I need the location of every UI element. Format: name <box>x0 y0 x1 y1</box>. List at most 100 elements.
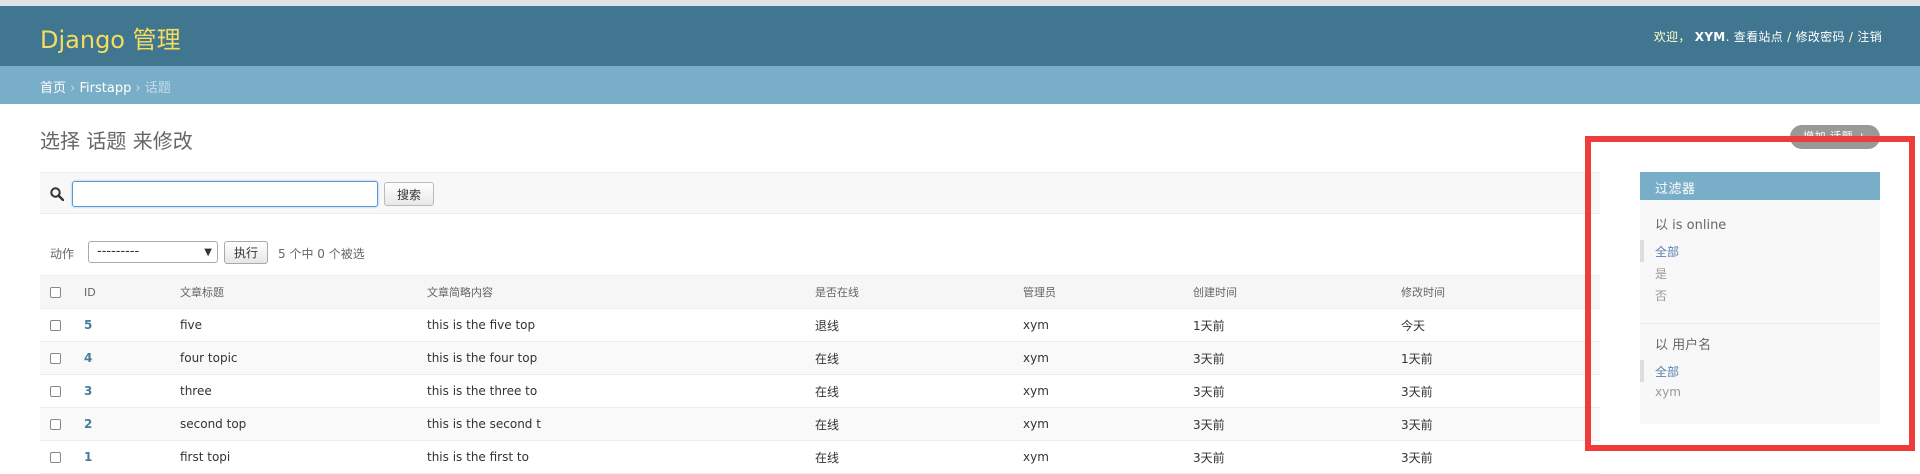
cell-modified: 1天前 <box>1391 341 1600 375</box>
cell-brief: this is the three to <box>417 374 805 408</box>
cell-title: four topic <box>170 341 417 375</box>
filter-link[interactable]: 是 <box>1655 267 1667 281</box>
breadcrumb-current: 话题 <box>144 81 171 96</box>
filter-title: 过滤器 <box>1640 172 1880 200</box>
filter-list-user: 全部 xym <box>1640 360 1880 404</box>
column-header-online[interactable]: 是否在线 <box>805 275 1013 309</box>
cell-modified: 今天 <box>1391 308 1600 342</box>
table-header-row: ID 文章标题 文章简略内容 是否在线 管理员 创建时间 修改时间 <box>40 275 1600 309</box>
cell-online: 在线 <box>805 374 1013 408</box>
cell-id: 1 <box>74 440 170 474</box>
cell-modified: 3天前 <box>1391 374 1600 408</box>
search-input[interactable] <box>72 181 378 207</box>
row-checkbox[interactable] <box>50 353 61 364</box>
actions-bar: 动作 --------- ▼ 执行 5 个中 0 个被选 <box>40 238 640 266</box>
row-checkbox[interactable] <box>50 452 61 463</box>
cell-id: 4 <box>74 341 170 375</box>
breadcrumb: 首页 › Firstapp › 话题 <box>0 66 1920 104</box>
cell-online: 在线 <box>805 341 1013 375</box>
view-site-link[interactable]: 查看站点 <box>1734 30 1783 44</box>
filter-link[interactable]: xym <box>1655 385 1681 399</box>
cell-modified: 3天前 <box>1391 407 1600 441</box>
column-header-created[interactable]: 创建时间 <box>1183 275 1391 309</box>
add-topic-button[interactable]: 增加 话题 + <box>1790 125 1880 149</box>
table-row: 2 second top this is the second t 在线 xym… <box>40 407 1600 441</box>
cell-brief: this is the four top <box>417 341 805 375</box>
cell-admin: xym <box>1013 308 1183 342</box>
filter-divider <box>1640 323 1880 324</box>
cell-brief: this is the first to <box>417 440 805 474</box>
filter-link[interactable]: 全部 <box>1655 245 1679 259</box>
cell-admin: xym <box>1013 341 1183 375</box>
row-checkbox[interactable] <box>50 386 61 397</box>
table-row: 4 four topic this is the four top 在线 xym… <box>40 341 1600 375</box>
search-button[interactable]: 搜索 <box>384 182 434 206</box>
breadcrumb-home[interactable]: 首页 <box>40 81 66 96</box>
table-row: 3 three this is the three to 在线 xym 3天前 … <box>40 374 1600 408</box>
filter-option-user-xym[interactable]: xym <box>1640 382 1880 404</box>
cell-brief: this is the five top <box>417 308 805 342</box>
table-row: 1 first topi this is the first to 在线 xym… <box>40 440 1600 474</box>
row-select-cell <box>40 308 74 342</box>
column-header-title[interactable]: 文章标题 <box>170 275 417 309</box>
row-id-link[interactable]: 4 <box>84 351 92 365</box>
row-select-cell <box>40 341 74 375</box>
filter-group-title-user: 以 用户名 <box>1655 338 1712 353</box>
logout-link[interactable]: 注销 <box>1857 30 1882 44</box>
cell-online: 退线 <box>805 308 1013 342</box>
execute-button[interactable]: 执行 <box>224 241 268 264</box>
column-header-id[interactable]: ID <box>74 275 170 309</box>
cell-admin: xym <box>1013 407 1183 441</box>
filter-option-online-no[interactable]: 否 <box>1640 284 1880 306</box>
cell-admin: xym <box>1013 374 1183 408</box>
row-id-link[interactable]: 2 <box>84 417 92 431</box>
change-password-link[interactable]: 修改密码 <box>1796 30 1845 44</box>
filter-link[interactable]: 全部 <box>1655 365 1679 379</box>
filter-panel: 过滤器 以 is online 全部 是 否 以 用户名 全部 xym <box>1640 172 1880 424</box>
filter-option-online-all[interactable]: 全部 <box>1640 240 1880 262</box>
row-checkbox[interactable] <box>50 320 61 331</box>
action-select-value: --------- <box>97 244 140 259</box>
cell-title: five <box>170 308 417 342</box>
results-table: ID 文章标题 文章简略内容 是否在线 管理员 创建时间 修改时间 5 five… <box>40 275 1600 474</box>
cell-created: 3天前 <box>1183 440 1391 474</box>
user-tools: 欢迎， XYM. 查看站点 / 修改密码 / 注销 <box>1653 30 1882 44</box>
page-title: 选择 话题 来修改 <box>40 129 193 153</box>
cell-online: 在线 <box>805 440 1013 474</box>
filter-group-title-online: 以 is online <box>1655 218 1727 233</box>
select-all-checkbox[interactable] <box>50 287 61 298</box>
filter-link[interactable]: 否 <box>1655 289 1667 303</box>
select-all-cell <box>40 275 74 309</box>
column-header-admin[interactable]: 管理员 <box>1013 275 1183 309</box>
row-id-link[interactable]: 5 <box>84 318 92 332</box>
action-label: 动作 <box>50 247 75 261</box>
breadcrumb-app[interactable]: Firstapp <box>80 81 132 96</box>
row-checkbox[interactable] <box>50 419 61 430</box>
cell-title: first topi <box>170 440 417 474</box>
column-header-modified[interactable]: 修改时间 <box>1391 275 1600 309</box>
row-id-link[interactable]: 1 <box>84 450 92 464</box>
cell-id: 5 <box>74 308 170 342</box>
table-row: 5 five this is the five top 退线 xym 1天前 今… <box>40 308 1600 342</box>
username: XYM <box>1694 30 1726 44</box>
cell-modified: 3天前 <box>1391 440 1600 474</box>
row-select-cell <box>40 440 74 474</box>
cell-created: 3天前 <box>1183 341 1391 375</box>
action-select[interactable]: --------- ▼ <box>88 241 218 263</box>
row-select-cell <box>40 374 74 408</box>
cell-id: 3 <box>74 374 170 408</box>
welcome-text: 欢迎， <box>1653 30 1691 44</box>
row-id-link[interactable]: 3 <box>84 384 92 398</box>
filter-option-user-all[interactable]: 全部 <box>1640 360 1880 382</box>
dropdown-arrow-icon: ▼ <box>204 247 212 258</box>
column-header-brief[interactable]: 文章简略内容 <box>417 275 805 309</box>
cell-id: 2 <box>74 407 170 441</box>
selection-counter: 5 个中 0 个被选 <box>278 247 365 261</box>
filter-option-online-yes[interactable]: 是 <box>1640 262 1880 284</box>
search-icon <box>50 187 64 201</box>
cell-created: 3天前 <box>1183 374 1391 408</box>
search-toolbar: 搜索 <box>40 172 1600 214</box>
site-brand[interactable]: Django 管理 <box>40 20 181 55</box>
cell-online: 在线 <box>805 407 1013 441</box>
cell-title: three <box>170 374 417 408</box>
